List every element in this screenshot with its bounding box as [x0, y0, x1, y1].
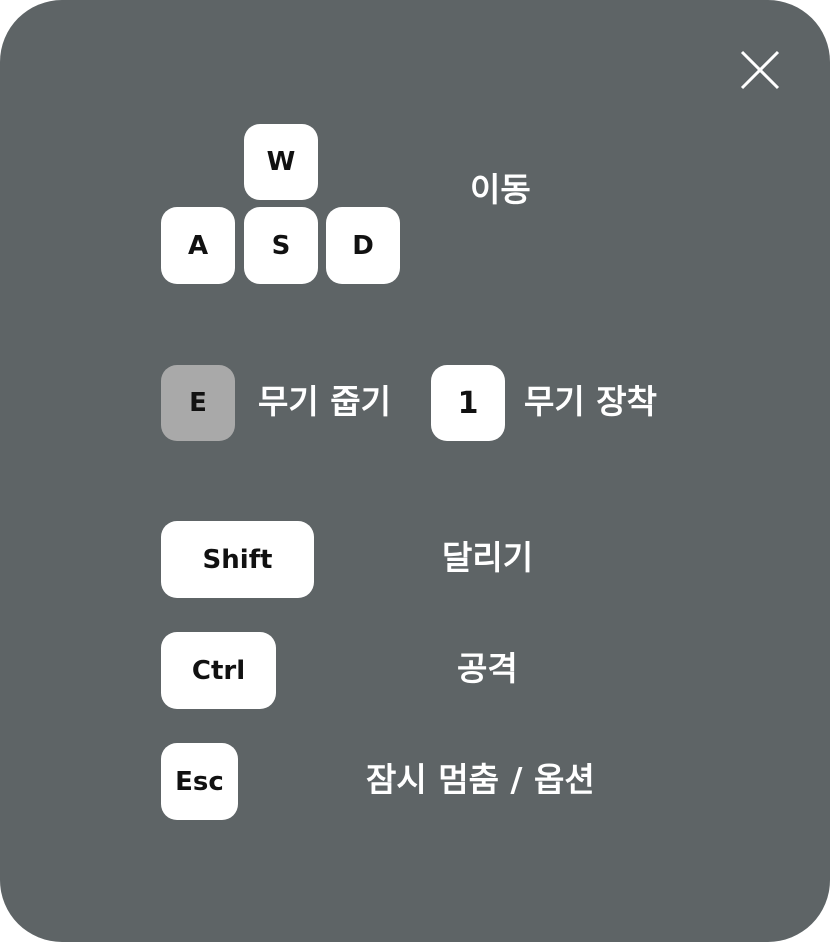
key-e-label: E [189, 388, 207, 418]
key-shift-label: Shift [202, 544, 273, 575]
equip-label: 무기 장착 [524, 382, 657, 421]
key-a-label: A [187, 230, 209, 261]
key-esc: Esc [161, 743, 238, 820]
pickup-label: 무기 줍기 [258, 382, 391, 421]
key-s-label: S [271, 230, 291, 261]
pause-label: 잠시 멈춤 / 옵션 [366, 760, 595, 799]
key-a: A [161, 207, 235, 284]
key-1-label: 1 [457, 385, 479, 421]
run-label: 달리기 [442, 538, 534, 577]
key-s: S [244, 207, 318, 284]
controls-panel: W A S D 이동 E 무기 줍기 1 무기 장착 Shift 달리기 Ctr… [0, 0, 830, 942]
key-ctrl: Ctrl [161, 632, 276, 709]
key-1: 1 [431, 365, 505, 441]
key-w-label: W [266, 147, 296, 177]
close-icon [740, 50, 780, 90]
key-ctrl-label: Ctrl [191, 655, 246, 686]
key-d-label: D [352, 230, 374, 261]
key-w: W [244, 124, 318, 200]
key-shift: Shift [161, 521, 314, 598]
key-esc-label: Esc [175, 766, 224, 797]
key-d: D [326, 207, 400, 284]
key-e: E [161, 365, 235, 441]
move-label: 이동 [470, 170, 531, 209]
attack-label: 공격 [457, 649, 518, 688]
close-button[interactable] [736, 46, 784, 94]
